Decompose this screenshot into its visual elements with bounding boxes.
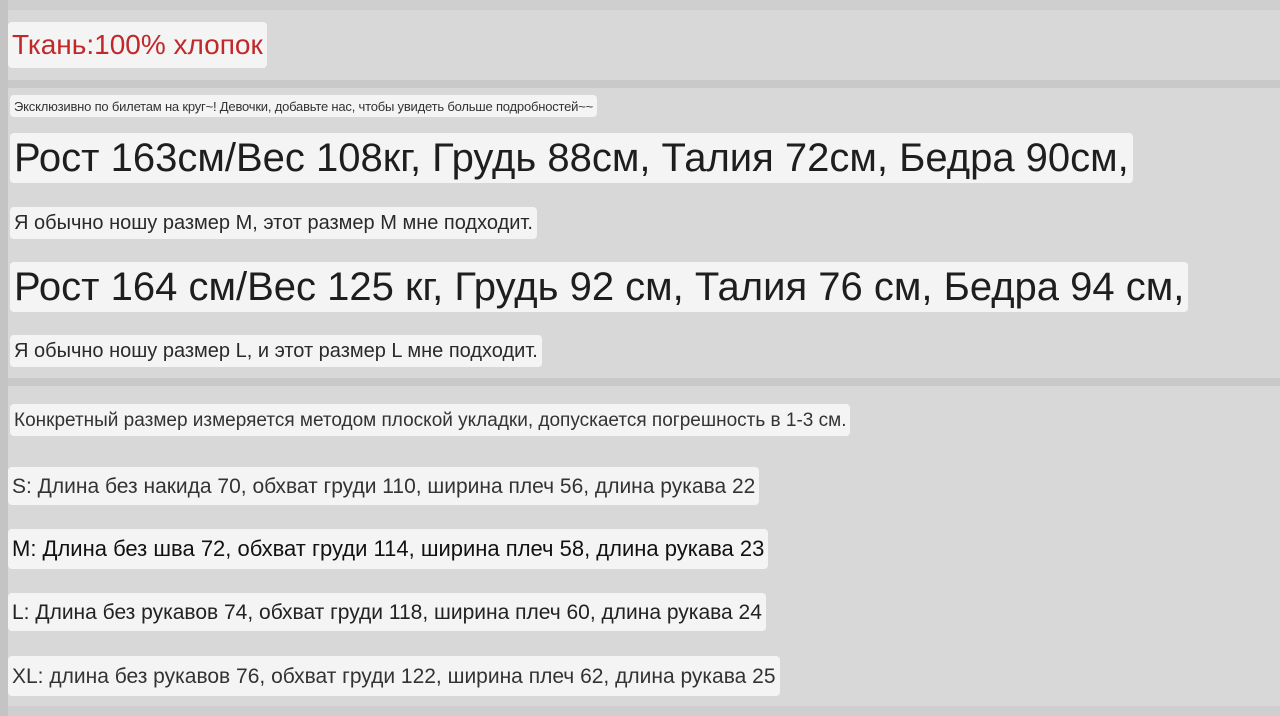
size-row-s: S: Длина без накида 70, обхват груди 110… xyxy=(8,467,760,505)
model-2-measurements: Рост 164 см/Вес 125 кг, Грудь 92 см, Тал… xyxy=(10,262,1189,312)
model-1-fit-note: Я обычно ношу размер M, этот размер M мн… xyxy=(10,207,537,239)
separator-band xyxy=(0,378,1280,386)
fabric-composition: Ткань:100% хлопок xyxy=(8,22,267,68)
size-row-l: L: Длина без рукавов 74, обхват груди 11… xyxy=(8,593,766,631)
exclusive-note: Эксклюзивно по билетам на круг~! Девочки… xyxy=(10,95,598,117)
bottom-band xyxy=(0,706,1280,716)
model-2-fit-note: Я обычно ношу размер L, и этот размер L … xyxy=(10,335,542,367)
top-band xyxy=(0,0,1280,10)
measurement-method-note: Конкретный размер измеряется методом пло… xyxy=(10,404,851,436)
size-row-xl: XL: длина без рукавов 76, обхват груди 1… xyxy=(8,656,780,696)
model-1-measurements: Рост 163см/Вес 108кг, Грудь 88см, Талия … xyxy=(10,133,1133,183)
separator-band xyxy=(0,80,1280,88)
left-edge xyxy=(0,0,8,716)
size-row-m: M: Длина без шва 72, обхват груди 114, ш… xyxy=(8,529,769,569)
